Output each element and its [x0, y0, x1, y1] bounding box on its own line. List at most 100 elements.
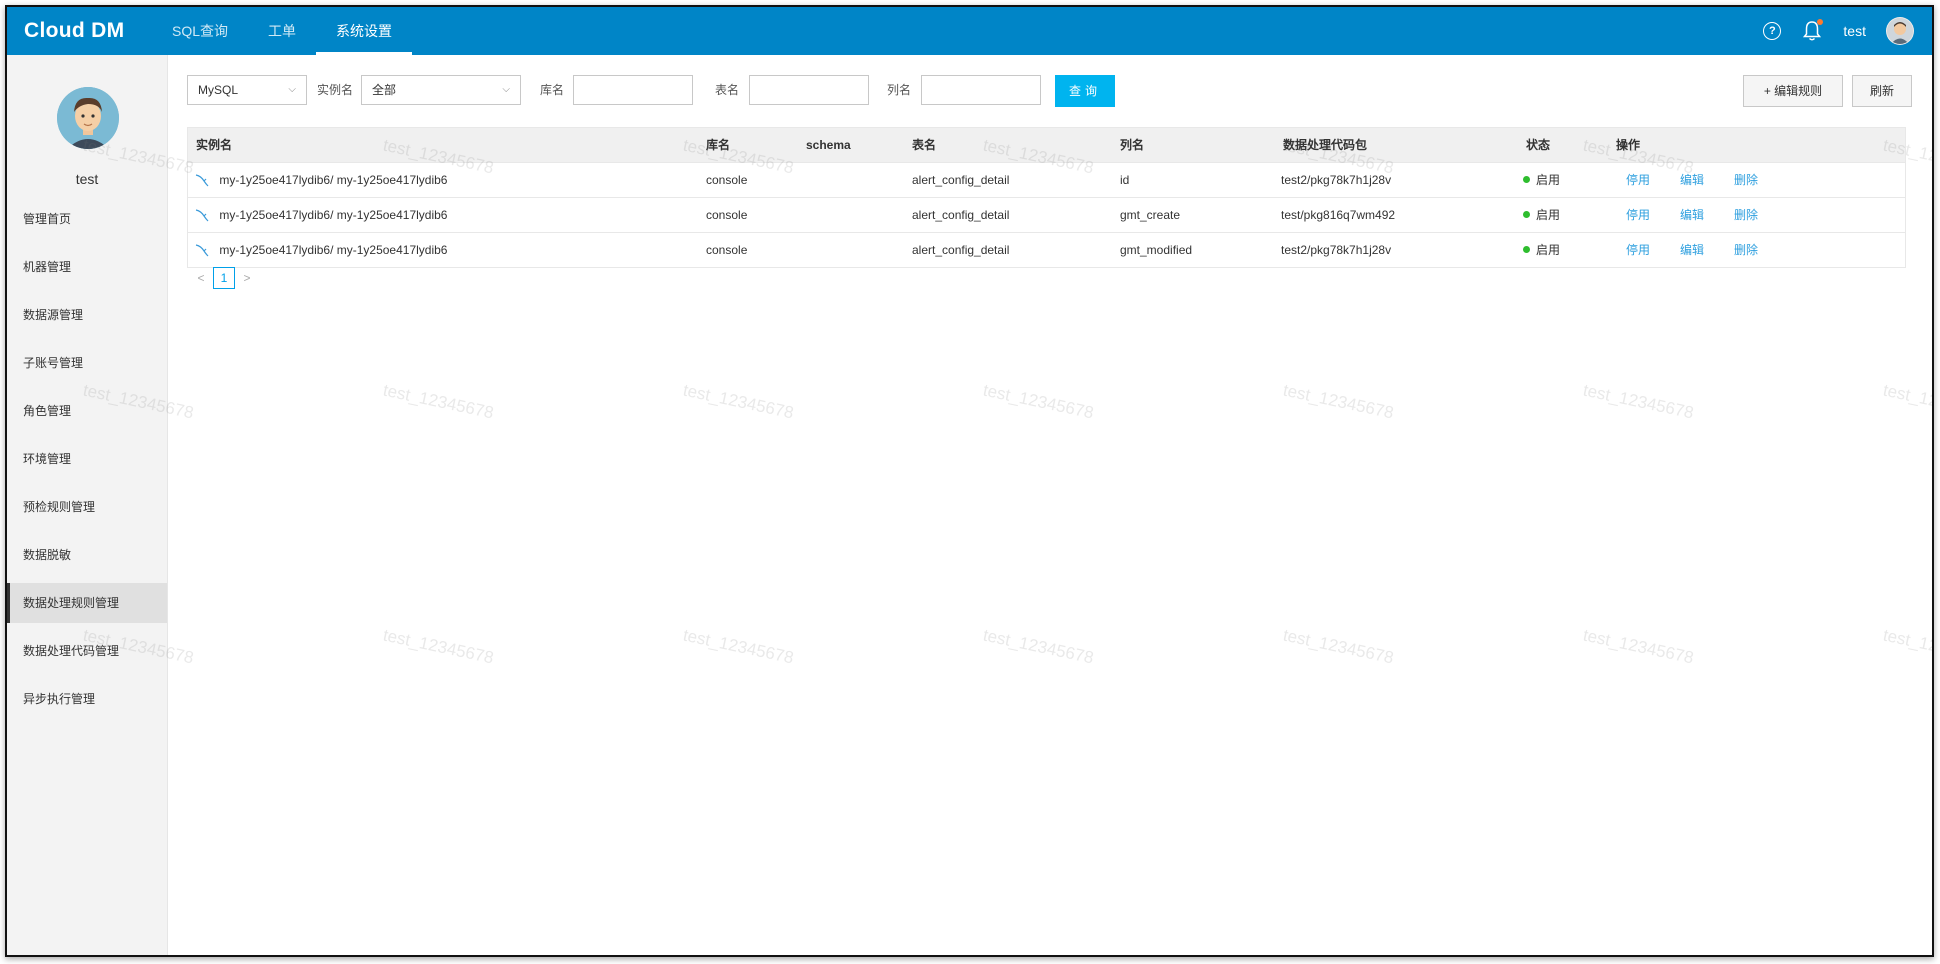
sidebar-item-environments[interactable]: 环境管理 [7, 439, 167, 479]
sidebar-item-home[interactable]: 管理首页 [7, 199, 167, 239]
header-table: 表名 [912, 138, 937, 152]
notification-bell-icon[interactable] [1803, 19, 1824, 42]
app-logo[interactable]: Cloud DM [24, 19, 144, 43]
db-name-label: 库名 [540, 83, 565, 97]
db-type-select[interactable]: MySQL ⌵ [187, 75, 307, 105]
header-db: 库名 [706, 138, 731, 152]
chevron-down-icon: ⌵ [288, 84, 296, 95]
table-row: my-1y25oe417lydib6/ my-1y25oe417lydib6 c… [188, 232, 1905, 267]
nav-sql-query[interactable]: SQL查询 [152, 7, 248, 55]
sidebar-item-roles[interactable]: 角色管理 [7, 391, 167, 431]
status-cell: 启用 [1523, 198, 1560, 232]
table-row: my-1y25oe417lydib6/ my-1y25oe417lydib6 c… [188, 162, 1905, 197]
sidebar-avatar [57, 87, 119, 149]
disable-link[interactable]: 停用 [1626, 233, 1650, 267]
edit-link[interactable]: 编辑 [1680, 198, 1704, 232]
app-window: Cloud DM SQL查询 工单 系统设置 ? test test 管理首页 … [5, 5, 1934, 957]
package-cell: test/pkg816q7wm492 [1281, 208, 1396, 222]
topbar-avatar[interactable] [1886, 17, 1914, 45]
instance-cell: my-1y25oe417lydib6/ my-1y25oe417lydib6 [194, 198, 447, 232]
instance-name: my-1y25oe417lydib6/ my-1y25oe417lydib6 [219, 208, 448, 222]
instance-name: my-1y25oe417lydib6/ my-1y25oe417lydib6 [219, 173, 448, 187]
nav-system-settings[interactable]: 系统设置 [316, 7, 413, 55]
pagination: < 1 > [193, 267, 255, 289]
db-cell: console [706, 208, 748, 222]
column-cell: gmt_create [1120, 208, 1181, 222]
header-schema: schema [806, 138, 851, 152]
sidebar-item-machines[interactable]: 机器管理 [7, 247, 167, 287]
package-cell: test2/pkg78k7h1j28v [1281, 173, 1392, 187]
mysql-icon [195, 244, 209, 257]
top-navbar: Cloud DM SQL查询 工单 系统设置 ? test [7, 7, 1932, 55]
header-instance: 实例名 [196, 138, 233, 152]
table-cell: alert_config_detail [912, 243, 1010, 257]
edit-link[interactable]: 编辑 [1680, 163, 1704, 197]
topbar-username[interactable]: test [1843, 23, 1866, 39]
main-nav: SQL查询 工单 系统设置 [152, 7, 413, 55]
table-row: my-1y25oe417lydib6/ my-1y25oe417lydib6 c… [188, 197, 1905, 232]
delete-link[interactable]: 删除 [1734, 233, 1758, 267]
edit-rules-button[interactable]: + 编辑规则 [1743, 75, 1843, 107]
package-cell: test2/pkg78k7h1j28v [1281, 243, 1392, 257]
delete-link[interactable]: 删除 [1734, 163, 1758, 197]
status-text: 启用 [1536, 173, 1561, 187]
nav-work-order[interactable]: 工单 [248, 7, 316, 55]
db-cell: console [706, 243, 748, 257]
topbar-right: ? test [1763, 7, 1914, 55]
instance-cell: my-1y25oe417lydib6/ my-1y25oe417lydib6 [194, 233, 447, 267]
instance-cell: my-1y25oe417lydib6/ my-1y25oe417lydib6 [194, 163, 447, 197]
mysql-icon [195, 174, 209, 187]
status-cell: 启用 [1523, 233, 1560, 267]
db-type-value: MySQL [198, 83, 239, 97]
filter-bar: MySQL ⌵ 实例名 全部 ⌵ 库名 表名 列名 查询 + 编辑规则 刷新 [187, 75, 1932, 107]
page-number-button[interactable]: 1 [213, 267, 235, 289]
instance-label: 实例名 [317, 83, 354, 97]
header-actions: 操作 [1616, 138, 1641, 152]
status-text: 启用 [1536, 243, 1561, 257]
column-name-label: 列名 [887, 83, 912, 97]
sidebar-item-subaccounts[interactable]: 子账号管理 [7, 343, 167, 383]
table-cell: alert_config_detail [912, 208, 1010, 222]
header-column: 列名 [1120, 138, 1145, 152]
table-name-input[interactable] [749, 75, 869, 105]
edit-link[interactable]: 编辑 [1680, 233, 1704, 267]
status-dot [1523, 176, 1530, 183]
sidebar-item-datasources[interactable]: 数据源管理 [7, 295, 167, 335]
db-cell: console [706, 173, 748, 187]
rules-table: 实例名 库名 schema 表名 列名 数据处理代码包 状态 操作 my-1y2… [187, 127, 1906, 268]
sidebar-item-precheck-rules[interactable]: 预检规则管理 [7, 487, 167, 527]
header-code-package: 数据处理代码包 [1283, 138, 1368, 152]
prev-page-button[interactable]: < [193, 271, 209, 285]
sidebar-item-async-execution[interactable]: 异步执行管理 [7, 679, 167, 719]
status-dot [1523, 246, 1530, 253]
sidebar-username: test [75, 171, 99, 187]
table-cell: alert_config_detail [912, 173, 1010, 187]
instance-name: my-1y25oe417lydib6/ my-1y25oe417lydib6 [219, 243, 448, 257]
disable-link[interactable]: 停用 [1626, 198, 1650, 232]
main-content: MySQL ⌵ 实例名 全部 ⌵ 库名 表名 列名 查询 + 编辑规则 刷新 实… [187, 55, 1932, 955]
sidebar-item-data-processing-code[interactable]: 数据处理代码管理 [7, 631, 167, 671]
next-page-button[interactable]: > [239, 271, 255, 285]
column-cell: gmt_modified [1120, 243, 1193, 257]
db-name-input[interactable] [573, 75, 693, 105]
column-name-input[interactable] [921, 75, 1041, 105]
notification-dot [1817, 19, 1824, 25]
delete-link[interactable]: 删除 [1734, 198, 1758, 232]
sidebar: test 管理首页 机器管理 数据源管理 子账号管理 角色管理 环境管理 预检规… [7, 55, 168, 955]
sidebar-item-data-processing-rules[interactable]: 数据处理规则管理 [7, 583, 167, 623]
status-dot [1523, 211, 1530, 218]
query-button[interactable]: 查询 [1055, 75, 1115, 107]
instance-value: 全部 [372, 83, 397, 97]
status-cell: 启用 [1523, 163, 1560, 197]
status-text: 启用 [1536, 208, 1561, 222]
help-icon[interactable]: ? [1763, 22, 1782, 40]
refresh-button[interactable]: 刷新 [1852, 75, 1912, 107]
chevron-down-icon: ⌵ [502, 84, 510, 95]
sidebar-item-data-masking[interactable]: 数据脱敏 [7, 535, 167, 575]
mysql-icon [195, 209, 209, 222]
column-cell: id [1120, 173, 1130, 187]
instance-select[interactable]: 全部 ⌵ [361, 75, 521, 105]
table-name-label: 表名 [715, 83, 740, 97]
sidebar-menu: 管理首页 机器管理 数据源管理 子账号管理 角色管理 环境管理 预检规则管理 数… [7, 199, 167, 727]
disable-link[interactable]: 停用 [1626, 163, 1650, 197]
